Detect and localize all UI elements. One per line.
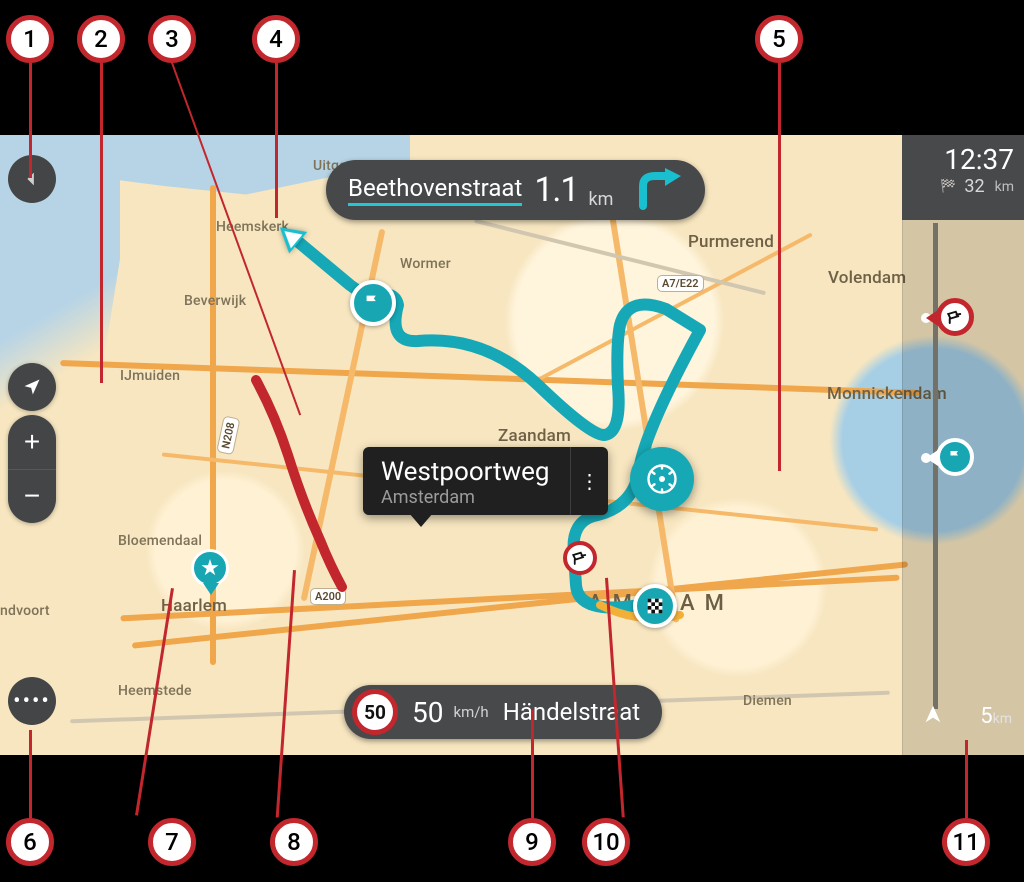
callout-5: 5 [755,15,803,63]
zoom-in-button[interactable]: + [8,415,56,470]
speed-limit-sign: 50 [352,689,398,735]
callout-11: 11 [942,818,990,866]
current-speed-unit: km/h [453,703,488,721]
map-area[interactable]: A7/E22 N208 A200 Uitgeest Heemskerk Beve… [0,135,1024,755]
city-label: Zaandam [498,426,571,446]
city-label: ndvoort [0,603,50,619]
route-bar-position-icon [922,703,944,731]
next-distance-unit: km [589,189,614,210]
city-label: Diemen [743,693,792,709]
road-shield-a7: A7/E22 [657,275,704,292]
next-street-name: Beethovenstraat [348,174,522,206]
selected-location-panel[interactable]: Westpoortweg Amsterdam ⋮ [363,447,608,515]
road-shield-a200: A200 [310,588,346,605]
current-speed-value: 50 [412,696,443,729]
selected-location-subtitle: Amsterdam [381,487,550,508]
favorite-poi-marker[interactable]: ★ [191,549,231,589]
arrival-info-panel[interactable]: 12:37 🏁 32 km [902,135,1024,220]
city-label: Purmerend [688,232,774,252]
selected-location-menu-button[interactable]: ⋮ [570,447,608,515]
selected-location-title: Westpoortweg [381,457,550,487]
speed-camera-icon[interactable] [563,541,597,575]
route-bar-event-waypoint[interactable] [924,447,946,469]
remaining-distance: 32 [964,176,984,197]
city-label: Volendam [828,268,906,288]
switch-view-button[interactable] [8,363,56,411]
zoom-control[interactable]: + − [8,415,56,523]
top-letterbox [0,0,1024,135]
callout-9: 9 [508,818,556,866]
city-label: Wormer [400,256,451,272]
callout-1: 1 [6,15,54,63]
route-bar-scale: 5km [980,704,1012,729]
callout-2: 2 [77,15,125,63]
remaining-distance-unit: km [995,179,1014,195]
next-instruction-panel[interactable]: Beethovenstraat 1.1 km [326,160,705,220]
callout-3: 3 [148,15,196,63]
zoom-out-button[interactable]: − [8,470,56,524]
city-label: Bloemendaal [118,533,202,549]
callout-8: 8 [270,818,318,866]
bottom-letterbox [0,755,1024,882]
next-distance-value: 1.1 [534,170,578,210]
main-menu-button[interactable]: •••• [8,677,56,725]
callout-10: 10 [582,818,630,866]
route-bar[interactable]: 12:37 🏁 32 km 5km [902,135,1024,755]
city-label-amsterdam: AM [680,591,734,616]
callout-6: 6 [6,818,54,866]
back-button[interactable] [8,155,56,203]
city-label: IJmuiden [120,368,180,384]
destination-flag-icon: 🏁 [940,179,956,194]
drive-here-button[interactable] [630,447,694,511]
arrival-time: 12:37 [902,143,1014,176]
turn-right-icon [635,166,685,214]
callout-7: 7 [148,818,196,866]
city-label: Beverwijk [184,293,246,309]
route-start-marker[interactable] [350,280,396,326]
callout-4: 4 [252,15,300,63]
route-bar-event-camera[interactable] [924,307,946,329]
route-destination-marker[interactable] [633,584,677,628]
current-street-name: Händelstraat [503,698,640,726]
